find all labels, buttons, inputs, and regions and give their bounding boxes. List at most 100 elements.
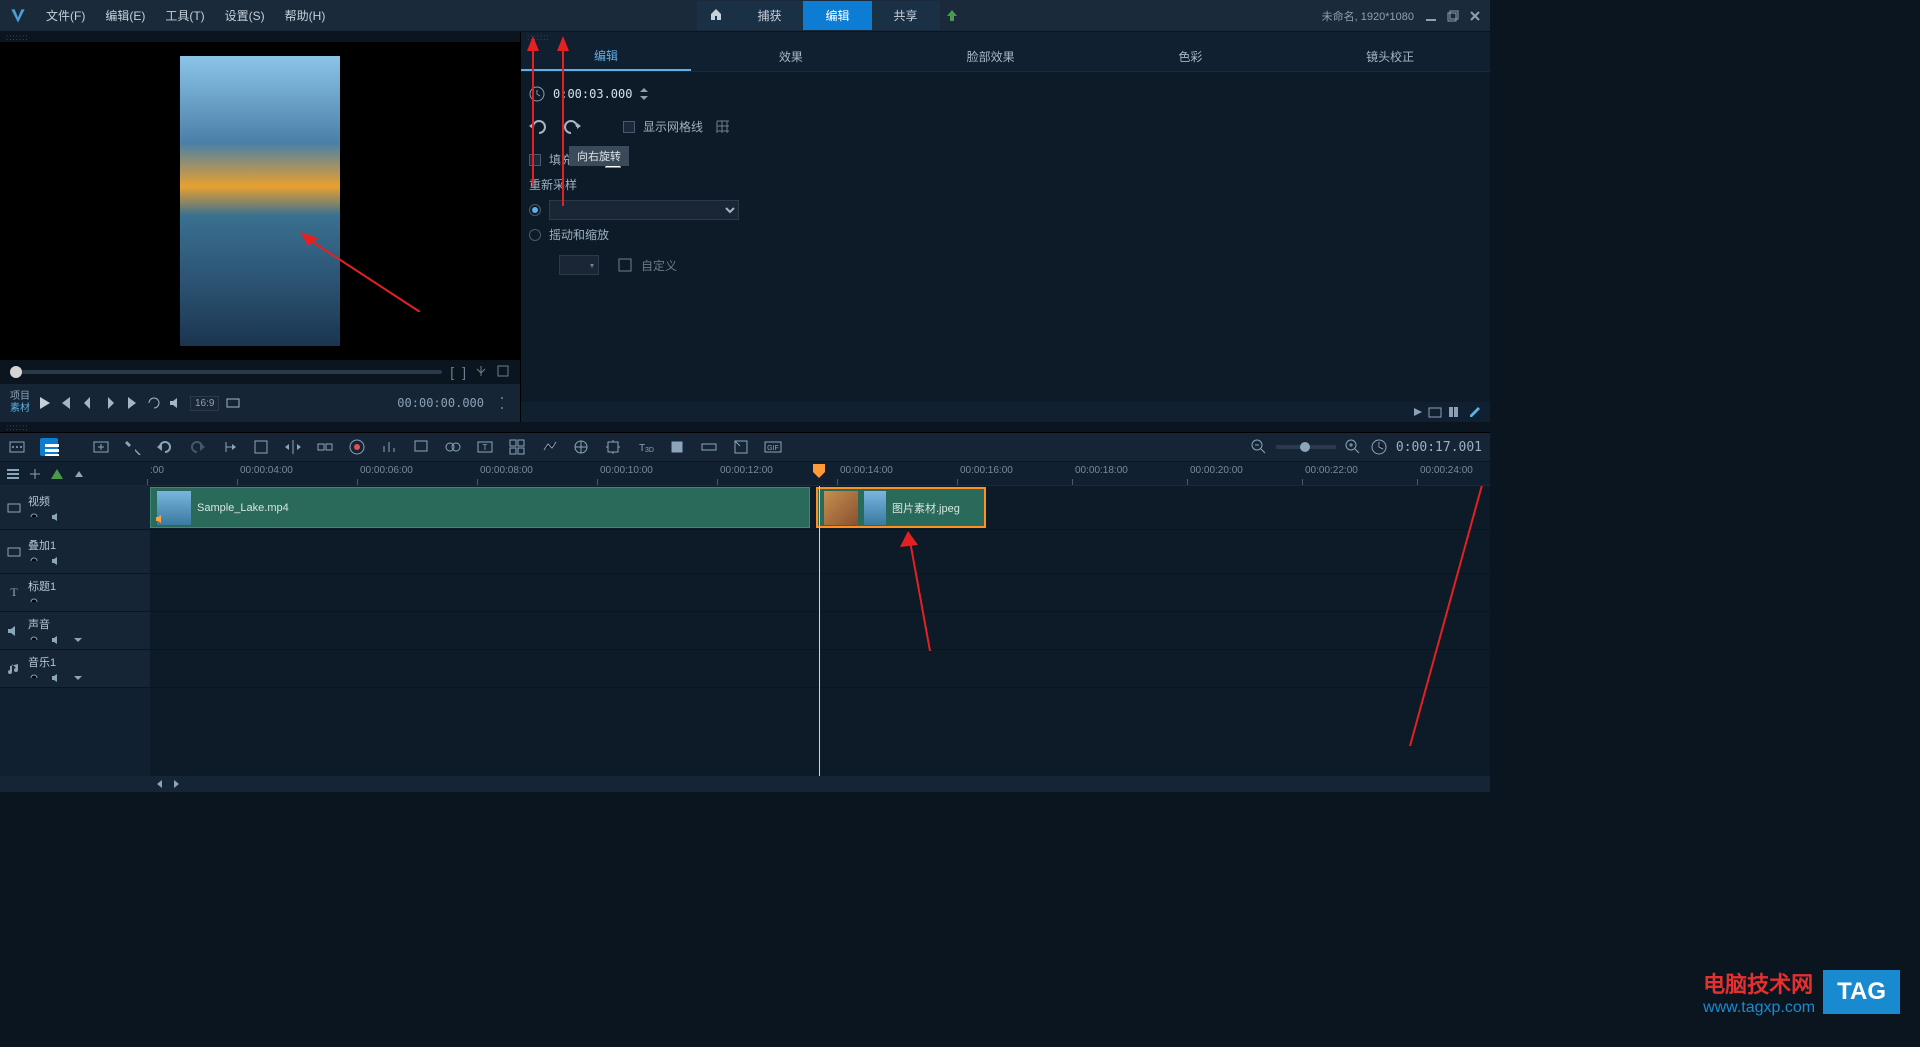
mute-icon[interactable] <box>50 634 62 646</box>
folder-icon[interactable] <box>1428 405 1442 419</box>
track-more-icon[interactable] <box>72 467 86 481</box>
customize-icon[interactable] <box>617 257 633 273</box>
scrub-thumb[interactable] <box>10 366 22 378</box>
title-icon[interactable]: T <box>476 438 494 456</box>
resize-icon[interactable] <box>225 395 241 411</box>
player-mode-clip[interactable]: 素材 <box>10 403 30 415</box>
mode-home[interactable] <box>697 1 735 30</box>
mark-in-icon[interactable]: [ <box>450 364 454 380</box>
preset-select[interactable] <box>559 255 599 275</box>
redo-icon[interactable] <box>188 438 206 456</box>
mute-icon[interactable] <box>50 555 62 567</box>
ripple-icon[interactable] <box>316 438 334 456</box>
chroma-icon[interactable] <box>348 438 366 456</box>
scrub-track[interactable] <box>10 370 442 374</box>
next-icon[interactable] <box>124 395 140 411</box>
link-icon[interactable] <box>28 672 40 684</box>
close-icon[interactable] <box>1468 9 1482 23</box>
stabilize-icon[interactable] <box>572 438 590 456</box>
gif-icon[interactable]: GIF <box>764 438 782 456</box>
playhead[interactable] <box>819 486 820 776</box>
menu-tools[interactable]: 工具(T) <box>155 7 214 24</box>
drag-handle-2[interactable]: ::::::: <box>521 32 1490 42</box>
link-icon[interactable] <box>28 511 40 523</box>
track-row-music[interactable] <box>150 650 1490 688</box>
menu-help[interactable]: 帮助(H) <box>275 7 336 24</box>
track-header-video[interactable]: 视频 <box>0 486 150 530</box>
pan-zoom-icon[interactable] <box>732 438 750 456</box>
tab-color[interactable]: 色彩 <box>1091 42 1291 71</box>
track-header-sound[interactable]: 声音 <box>0 612 150 650</box>
transition-icon[interactable] <box>444 438 462 456</box>
chevron-down-icon[interactable] <box>72 672 84 684</box>
tab-face[interactable]: 脸部效果 <box>891 42 1091 71</box>
customize-label[interactable]: 自定义 <box>641 257 677 274</box>
marker-icon[interactable] <box>412 438 430 456</box>
panzoom-radio[interactable] <box>529 229 541 241</box>
split-icon[interactable] <box>474 364 488 378</box>
track-header-music[interactable]: 音乐1 <box>0 650 150 688</box>
storyboard-view-icon[interactable] <box>8 438 26 456</box>
undo-icon[interactable] <box>156 438 174 456</box>
zoom-in-icon[interactable] <box>1344 438 1362 456</box>
timeline-drag-handle[interactable]: ::::::: <box>0 422 1490 432</box>
trim-in-icon[interactable] <box>220 438 238 456</box>
track-row-video[interactable]: Sample_Lake.mp4 图片素材.jpeg <box>150 486 1490 530</box>
edit-panel-icon[interactable] <box>1468 405 1482 419</box>
spinner-icon[interactable] <box>494 395 510 411</box>
minimize-icon[interactable] <box>1424 9 1438 23</box>
tools-icon[interactable] <box>124 438 142 456</box>
timeline-ruler[interactable]: :00 00:00:04:00 00:00:06:00 00:00:08:00 … <box>150 462 1490 485</box>
grid-icon[interactable] <box>715 119 731 135</box>
track-list-icon[interactable] <box>6 467 20 481</box>
track-header-overlay[interactable]: 叠加1 <box>0 530 150 574</box>
multicam-icon[interactable] <box>508 438 526 456</box>
play-icon[interactable] <box>36 395 52 411</box>
aspect-select[interactable]: 16:9 <box>190 396 219 411</box>
restore-icon[interactable] <box>1446 9 1460 23</box>
spinner-arrows-icon[interactable] <box>640 88 648 100</box>
mode-capture[interactable]: 捕获 <box>735 1 803 30</box>
playhead-marker-icon[interactable] <box>811 462 827 480</box>
track-motion-icon[interactable] <box>604 438 622 456</box>
mask-icon[interactable] <box>668 438 686 456</box>
showgrid-checkbox[interactable] <box>623 121 635 133</box>
menu-settings[interactable]: 设置(S) <box>215 7 275 24</box>
step-fwd-icon[interactable] <box>102 395 118 411</box>
track-options-icon[interactable] <box>50 467 64 481</box>
crop-icon[interactable] <box>252 438 270 456</box>
link-icon[interactable] <box>28 596 40 608</box>
clip-image[interactable]: 图片素材.jpeg <box>816 487 986 528</box>
track-add-icon[interactable] <box>28 467 42 481</box>
volume-icon[interactable] <box>168 395 184 411</box>
timeline-view-icon[interactable] <box>40 438 58 456</box>
mode-share[interactable]: 共享 <box>872 1 940 30</box>
player-mode-project[interactable]: 项目 <box>10 391 30 403</box>
track-row-title[interactable] <box>150 574 1490 612</box>
menu-file[interactable]: 文件(F) <box>36 7 95 24</box>
audio-adjust-icon[interactable] <box>380 438 398 456</box>
speed-icon[interactable] <box>540 438 558 456</box>
expand-arrow-icon[interactable] <box>1414 408 1422 416</box>
insert-media-icon[interactable] <box>92 438 110 456</box>
link-icon[interactable] <box>28 555 40 567</box>
zoom-out-icon[interactable] <box>1250 438 1268 456</box>
mute-icon[interactable] <box>50 511 62 523</box>
lock-icon[interactable] <box>72 511 84 523</box>
expand-icon[interactable] <box>496 364 510 378</box>
loop-icon[interactable] <box>146 395 162 411</box>
preview-viewport[interactable] <box>0 42 520 360</box>
prev-icon[interactable] <box>58 395 74 411</box>
3d-title-icon[interactable]: T3D <box>636 438 654 456</box>
zoom-slider[interactable] <box>1276 445 1336 449</box>
menu-edit[interactable]: 编辑(E) <box>95 7 155 24</box>
track-row-overlay[interactable] <box>150 530 1490 574</box>
split-clip-icon[interactable] <box>284 438 302 456</box>
track-header-title[interactable]: T 标题1 <box>0 574 150 612</box>
keepaspect-radio[interactable] <box>529 204 541 216</box>
link-icon[interactable] <box>28 634 40 646</box>
color-grading-icon[interactable] <box>700 438 718 456</box>
scroll-right-icon[interactable] <box>170 779 182 789</box>
chevron-down-icon[interactable] <box>72 634 84 646</box>
track-row-sound[interactable] <box>150 612 1490 650</box>
